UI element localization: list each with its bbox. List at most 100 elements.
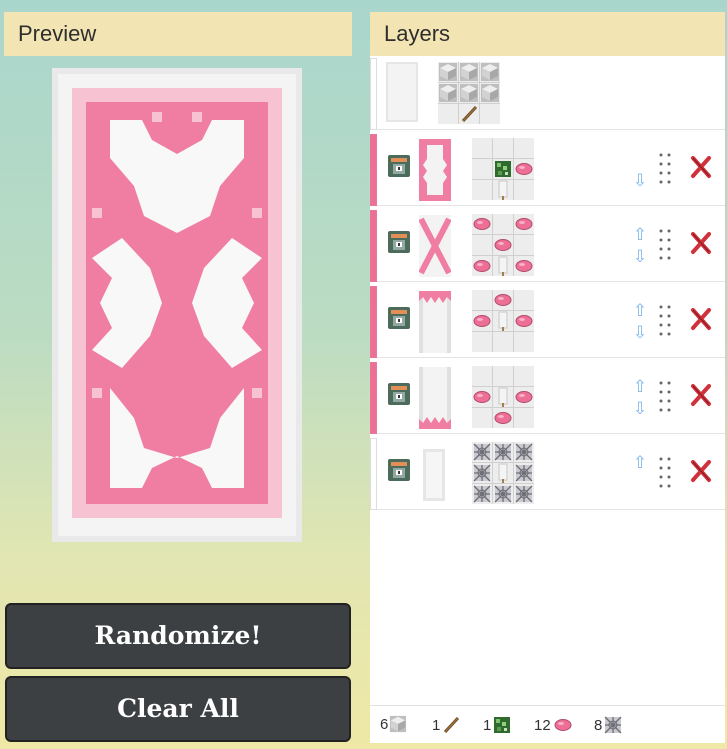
total-stick: 1 [432,715,461,735]
white-wool-icon [439,84,457,102]
pink-dye-icon [473,218,491,230]
move-down-arrow-icon[interactable]: ⇩ [632,400,648,418]
material-totals-bar: 6 1 1 12 8 [370,705,725,743]
white-wool-icon [481,84,499,102]
layer-color-bar [370,58,377,130]
drag-handle-icon[interactable] [658,380,672,414]
total-count: 6 [380,715,389,733]
pink-dye-icon [473,260,491,272]
layer-row[interactable]: ⇩ [370,132,725,206]
crafting-grid [472,138,534,201]
pattern-thumbnail [419,139,451,201]
cobweb-icon [515,443,533,461]
move-up-arrow-icon[interactable]: ⇧ [632,378,648,396]
layers-header: Layers [370,12,725,56]
drag-handle-icon[interactable] [658,456,672,490]
white-wool-icon [460,63,478,81]
white-wool-icon [481,63,499,81]
delete-layer-icon[interactable] [690,154,712,180]
cobweb-icon [494,443,512,461]
loom-icon[interactable] [387,306,411,330]
pink-dye-icon [515,218,533,230]
layer-row[interactable]: ⇧ [370,436,725,510]
layer-row[interactable]: ⇧ ⇩ [370,208,725,282]
crafting-grid [438,62,500,124]
pattern-thumbnail [419,367,451,429]
pink-dye-icon [515,260,533,272]
cobweb-icon [473,464,491,482]
move-down-arrow-icon[interactable]: ⇩ [632,172,648,190]
drag-handle-icon[interactable] [658,228,672,262]
loom-icon[interactable] [387,230,411,254]
loom-icon[interactable] [387,382,411,406]
total-count: 1 [432,716,441,734]
pink-dye-icon [494,239,512,251]
pink-dye-icon [473,391,491,403]
pink-dye-icon [515,391,533,403]
crafting-grid [472,442,534,504]
white-wool-icon [390,715,407,733]
total-white-wool: 6 [380,715,407,733]
banner-icon [498,180,508,201]
total-pink-dye: 12 [534,715,574,735]
total-count: 1 [483,716,492,734]
pink-dye-icon [515,163,533,175]
crafting-grid [472,290,534,352]
delete-layer-icon[interactable] [690,230,712,256]
preview-title: Preview [18,21,97,46]
move-down-arrow-icon[interactable]: ⇩ [632,324,648,342]
layer-color-bar [370,362,377,434]
pink-dye-icon [494,294,512,306]
pink-dye-icon [515,315,533,327]
layer-color-bar [370,286,377,358]
layer-row[interactable]: ⇧ ⇩ [370,360,725,434]
drag-handle-icon[interactable] [658,152,672,186]
clear-all-button[interactable]: Clear All [5,676,351,742]
drag-handle-icon[interactable] [658,304,672,338]
cobweb-icon [494,485,512,503]
stick-icon [443,716,460,734]
cobweb-icon [515,485,533,503]
base-layer-row[interactable] [370,56,725,130]
total-cobweb: 8 [594,715,623,735]
move-down-arrow-icon[interactable]: ⇩ [632,248,648,266]
cobweb-icon [515,464,533,482]
preview-header: Preview [4,12,352,56]
pattern-thumbnail [419,291,451,353]
white-wool-icon [439,63,457,81]
vines-icon [494,717,511,733]
pink-dye-icon [494,412,512,424]
stick-icon [461,105,478,123]
delete-layer-icon[interactable] [690,458,712,484]
cobweb-icon [473,485,491,503]
randomize-button[interactable]: Randomize! [5,603,351,669]
layer-color-bar [370,210,377,282]
cobweb-icon [473,443,491,461]
base-banner-thumbnail [386,62,418,122]
banner-icon [498,256,508,277]
cobweb-icon [604,716,622,734]
layer-color-bar [370,438,377,510]
total-count: 8 [594,716,603,734]
crafting-grid [472,214,534,277]
loom-icon[interactable] [387,154,411,178]
crafting-grid [472,366,534,428]
move-up-arrow-icon[interactable]: ⇧ [632,226,648,244]
pink-dye-icon [554,719,572,731]
layers-list: ⇩ ⇧ ⇩ ⇧ ⇩ ⇧ ⇩ ⇧ [370,56,725,705]
pattern-thumbnail [419,215,451,277]
banner-icon [498,387,508,408]
loom-icon[interactable] [387,458,411,482]
total-vines: 1 [483,715,512,735]
pink-dye-icon [473,315,491,327]
move-up-arrow-icon[interactable]: ⇧ [632,454,648,472]
delete-layer-icon[interactable] [690,382,712,408]
total-count: 12 [534,716,551,734]
layers-title: Layers [384,21,451,46]
banner-icon [498,463,508,484]
delete-layer-icon[interactable] [690,306,712,332]
pattern-thumbnail [423,449,445,501]
banner-icon [498,311,508,332]
move-up-arrow-icon[interactable]: ⇧ [632,302,648,320]
layer-row[interactable]: ⇧ ⇩ [370,284,725,358]
